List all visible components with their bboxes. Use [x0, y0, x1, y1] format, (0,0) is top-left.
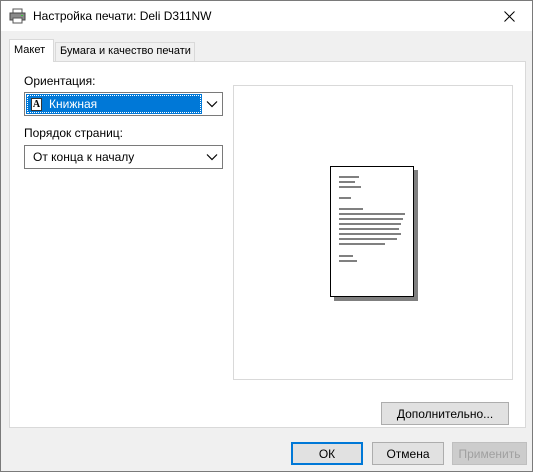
print-settings-dialog: Настройка печати: Deli D311NW Макет Бума…: [0, 0, 533, 472]
preview-line: [339, 181, 355, 183]
preview-line: [339, 260, 357, 262]
title-bar[interactable]: Настройка печати: Deli D311NW: [1, 1, 532, 31]
page-order-label: Порядок страниц:: [24, 126, 123, 140]
printer-icon: [9, 8, 26, 24]
close-button[interactable]: [486, 1, 532, 31]
orientation-value-text: Книжная: [49, 97, 98, 111]
window-title: Настройка печати: Deli D311NW: [33, 9, 212, 23]
preview-line: [339, 218, 403, 220]
preview-line: [339, 228, 399, 230]
chevron-down-icon: [206, 154, 218, 161]
cancel-button[interactable]: Отмена: [372, 442, 444, 465]
page-order-value: От конца к началу: [33, 150, 135, 164]
preview-line: [339, 255, 353, 257]
preview-line: [339, 243, 385, 245]
orientation-select[interactable]: A Книжная: [24, 92, 223, 116]
preview-line: [339, 213, 405, 215]
preview-line: [339, 223, 401, 225]
page-preview: [233, 85, 513, 380]
orientation-value: A Книжная: [26, 94, 202, 114]
preview-line: [339, 197, 351, 199]
ok-button[interactable]: ОК: [291, 442, 363, 465]
portrait-orientation-icon: A: [31, 97, 42, 111]
preview-line: [339, 176, 359, 178]
preview-line: [339, 233, 401, 235]
preview-page: [330, 166, 414, 297]
apply-button[interactable]: Применить: [452, 442, 527, 465]
chevron-down-icon: [206, 101, 218, 108]
tab-paper-quality[interactable]: Бумага и качество печати: [55, 42, 195, 61]
advanced-button[interactable]: Дополнительно...: [381, 402, 509, 425]
preview-line: [339, 238, 397, 240]
preview-line: [339, 186, 361, 188]
preview-line: [339, 208, 363, 210]
page-order-select[interactable]: От конца к началу: [24, 145, 223, 169]
close-icon: [503, 10, 515, 22]
tab-layout[interactable]: Макет: [9, 39, 54, 62]
orientation-label: Ориентация:: [24, 74, 96, 88]
